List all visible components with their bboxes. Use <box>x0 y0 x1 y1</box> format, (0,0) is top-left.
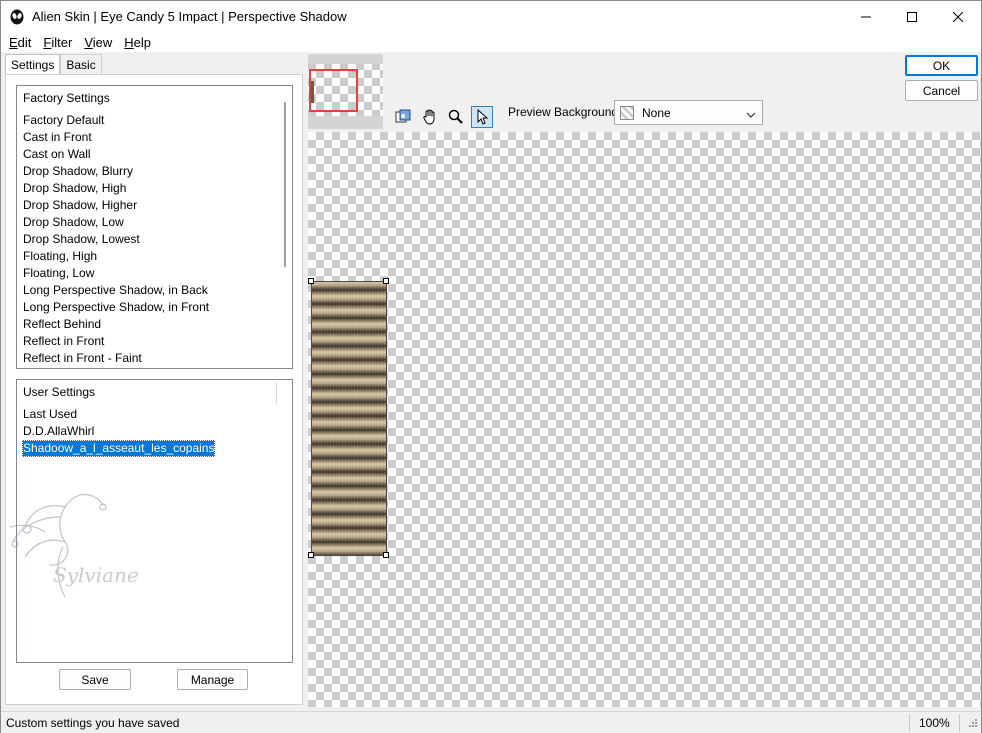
resize-handle-bottom-right[interactable] <box>383 552 389 558</box>
tab-basic[interactable]: Basic <box>60 54 102 74</box>
preview-canvas[interactable] <box>308 132 981 707</box>
zoom-tool-button[interactable] <box>445 106 467 128</box>
ok-button[interactable]: OK <box>905 55 978 76</box>
sylviane-watermark: Sylviane <box>9 494 139 598</box>
status-separator <box>959 714 960 732</box>
factory-setting-item[interactable]: Cast on Wall <box>22 146 210 163</box>
close-icon <box>953 11 963 22</box>
factory-setting-item[interactable]: Cast in Front <box>22 129 210 146</box>
resize-handle-top-right[interactable] <box>383 278 389 284</box>
menu-view[interactable]: View <box>78 35 118 50</box>
preview-background-label: Preview Background: <box>508 105 622 119</box>
window-title: Alien Skin | Eye Candy 5 Impact | Perspe… <box>32 9 347 24</box>
preview-background-select[interactable]: None <box>614 100 763 125</box>
alien-skin-logo-icon <box>9 9 25 25</box>
factory-setting-item[interactable]: Long Perspective Shadow, in Back <box>22 282 210 299</box>
cancel-button[interactable]: Cancel <box>905 80 978 101</box>
minimize-button[interactable] <box>843 1 889 32</box>
save-button[interactable]: Save <box>59 669 131 690</box>
factory-setting-item[interactable]: Drop Shadow, Lowest <box>22 231 210 248</box>
menu-edit[interactable]: Edit <box>3 35 37 50</box>
factory-settings-scrollbar[interactable] <box>284 102 286 267</box>
zoom-level: 100% <box>919 716 950 730</box>
factory-setting-item[interactable]: Factory Default <box>22 112 210 129</box>
navigator-top-strip <box>308 54 383 64</box>
user-setting-item[interactable]: Last Used <box>22 406 215 423</box>
menu-help[interactable]: Help <box>118 35 157 50</box>
factory-settings-items: Factory Default Cast in Front Cast on Wall… <box>22 112 210 367</box>
resize-handle-bottom-left[interactable] <box>308 552 314 558</box>
factory-setting-item[interactable]: Long Perspective Shadow, in Front <box>22 299 210 316</box>
minimize-icon <box>861 16 871 17</box>
svg-text:Sylviane: Sylviane <box>53 563 139 587</box>
magnifier-icon <box>448 109 463 124</box>
menu-filter[interactable]: Filter <box>37 35 78 50</box>
status-bar: Custom settings you have saved 100% <box>1 711 981 733</box>
preview-toggle-icon <box>395 109 411 123</box>
factory-setting-item[interactable]: Floating, Low <box>22 265 210 282</box>
toggle-preview-button[interactable] <box>392 106 414 128</box>
hand-icon <box>423 109 435 125</box>
hand-tool-button[interactable] <box>419 106 441 128</box>
preview-image-object[interactable] <box>311 281 387 556</box>
navigator-view-rect[interactable] <box>309 69 358 112</box>
user-setting-item[interactable]: Shadoow_a_l_asseaut_les_copains <box>22 440 216 457</box>
factory-setting-item[interactable]: Reflect Behind <box>22 316 210 333</box>
user-setting-item[interactable]: D.D.AllaWhirl <box>22 423 215 440</box>
window-controls <box>843 1 981 32</box>
transparent-swatch-icon <box>620 105 634 120</box>
chevron-down-icon <box>746 108 756 122</box>
title-bar: Alien Skin | Eye Candy 5 Impact | Perspe… <box>1 1 981 32</box>
app-window: Alien Skin | Eye Candy 5 Impact | Perspe… <box>0 0 982 733</box>
factory-setting-item[interactable]: Drop Shadow, Higher <box>22 197 210 214</box>
factory-setting-item[interactable]: Drop Shadow, Low <box>22 214 210 231</box>
navigator-bottom-strip <box>308 116 383 129</box>
factory-settings-list[interactable]: Factory Settings Factory Default Cast in … <box>16 85 293 369</box>
menu-bar: Edit Filter View Help <box>1 32 981 52</box>
status-text: Custom settings you have saved <box>6 716 180 730</box>
tab-settings[interactable]: Settings <box>5 54 61 75</box>
header-divider <box>276 382 277 404</box>
manage-button[interactable]: Manage <box>177 669 248 690</box>
preview-background-value: None <box>642 105 671 120</box>
resize-handle-top-left[interactable] <box>308 278 314 284</box>
pointer-arrow-icon <box>477 108 489 125</box>
factory-setting-item[interactable]: Drop Shadow, Blurry <box>22 163 210 180</box>
user-settings-header: User Settings <box>23 385 96 399</box>
maximize-button[interactable] <box>889 1 935 32</box>
status-separator <box>909 714 910 732</box>
factory-setting-item[interactable]: Reflect in Front - Faint <box>22 350 210 367</box>
factory-setting-item[interactable]: Drop Shadow, High <box>22 180 210 197</box>
factory-setting-item[interactable]: Reflect in Front <box>22 333 210 350</box>
factory-setting-item[interactable]: Floating, High <box>22 248 210 265</box>
settings-tabs: Settings Basic <box>5 54 102 75</box>
close-window-button[interactable] <box>935 1 981 32</box>
user-settings-items: Last Used D.D.AllaWhirl Shadoow_a_l_asseau… <box>22 406 216 457</box>
maximize-icon <box>907 11 917 22</box>
pointer-tool-button[interactable] <box>471 106 493 128</box>
resize-grip-icon[interactable] <box>968 717 978 731</box>
factory-settings-header: Factory Settings <box>23 91 110 105</box>
